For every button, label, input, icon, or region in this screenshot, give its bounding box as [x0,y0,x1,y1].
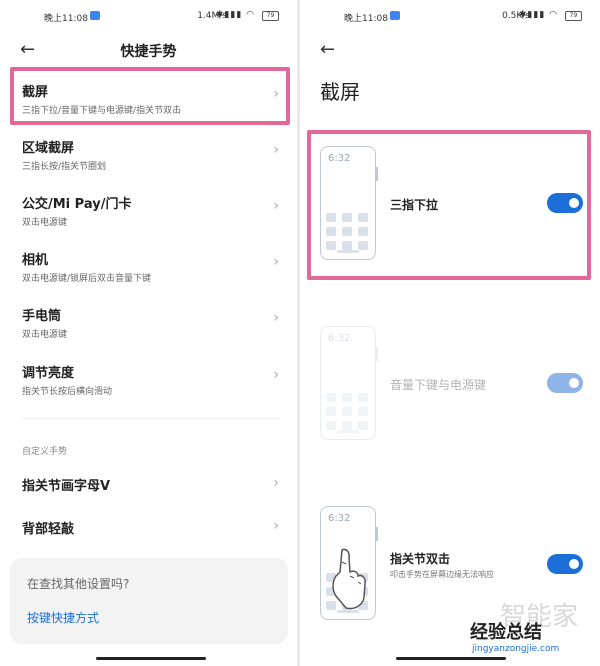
home-indicator[interactable] [396,657,506,660]
item-subtitle: 双击电源键 [22,218,68,228]
help-card: 在查找其他设置吗? 按键快捷方式 [10,558,288,644]
highlight-box [10,67,290,125]
phone-illustration: 6:32 [320,326,378,440]
item-title: 相机 [22,253,49,268]
divider [22,418,278,419]
chevron-right-icon: › [273,142,279,158]
item-title: 调节亮度 [22,366,75,381]
watermark-text: 经验总结 [470,622,542,643]
back-button[interactable]: ← [320,40,342,60]
list-item-transit-card[interactable]: 公交/Mi Pay/门卡 双击电源键 [22,193,282,228]
phone-clock: 6:32 [328,333,351,344]
item-title: 公交/Mi Pay/门卡 [22,197,132,212]
chevron-right-icon: › [273,254,279,270]
knuckle-hand-icon [332,548,366,610]
status-time: 晚上11:08 [344,14,388,24]
option-label: 音量下键与电源键 [390,378,487,392]
option-label: 指关节双击 [390,552,451,566]
help-question: 在查找其他设置吗? [27,577,130,591]
notification-icon [90,11,100,20]
item-title: 区域截屏 [22,141,75,156]
phone-clock: 6:32 [328,513,351,524]
home-indicator[interactable] [96,657,206,660]
chevron-right-icon: › [273,310,279,326]
item-title: 背部轻敲 [22,522,75,537]
list-item-camera[interactable]: 相机 双击电源键/锁屏后双击音量下键 [22,249,282,284]
chevron-right-icon: › [273,198,279,214]
chevron-right-icon: › [273,518,279,534]
status-bar: 晚上11:08 1.4M/s ✱▮▮▮ ◠ 79 [0,8,297,26]
chevron-right-icon: › [273,475,279,491]
page-title: 截屏 [320,80,360,104]
item-subtitle: 指关节长按后横向滑动 [22,387,113,397]
option-subtitle: 叩击手势在屏幕边缘无法响应 [390,570,494,579]
chevron-right-icon: › [273,367,279,383]
signal-wifi-icon: ✱▮▮▮ ◠ [215,10,255,20]
signal-wifi-icon: ✱▮▮▮ ◠ [518,10,558,20]
list-item-back-tap[interactable]: 背部轻敲 [22,518,282,537]
status-time: 晚上11:08 [44,14,88,24]
notification-icon [390,11,400,20]
button-shortcuts-link[interactable]: 按键快捷方式 [27,609,99,626]
battery-icon: 79 [262,11,279,21]
highlight-box [307,130,591,280]
volume-power-toggle[interactable] [547,373,583,393]
item-title: 手电筒 [22,309,62,324]
list-item-brightness[interactable]: 调节亮度 指关节长按后横向滑动 [22,362,282,397]
list-item-flashlight[interactable]: 手电筒 双击电源键 [22,305,282,340]
knuckle-double-tap-toggle[interactable] [547,554,583,574]
watermark-url: jingyanzongjie.com [472,644,560,654]
status-bar: 晚上11:08 0.5K/s ✱▮▮▮ ◠ 79 [300,8,600,26]
section-header: 自定义手势 [22,447,68,457]
list-item-region-screenshot[interactable]: 区域截屏 三指长按/指关节圈划 [22,137,282,172]
page-title: 快捷手势 [120,44,177,60]
battery-icon: 79 [565,11,582,21]
list-item-knuckle-v[interactable]: 指关节画字母V [22,475,282,494]
item-subtitle: 三指长按/指关节圈划 [22,162,107,172]
item-subtitle: 双击电源键/锁屏后双击音量下键 [22,274,152,284]
screenshot-settings-screen: 晚上11:08 0.5K/s ✱▮▮▮ ◠ 79 ← 截屏 6:32 三指下拉 … [300,0,600,666]
item-subtitle: 双击电源键 [22,330,68,340]
item-title: 指关节画字母V [22,479,111,494]
